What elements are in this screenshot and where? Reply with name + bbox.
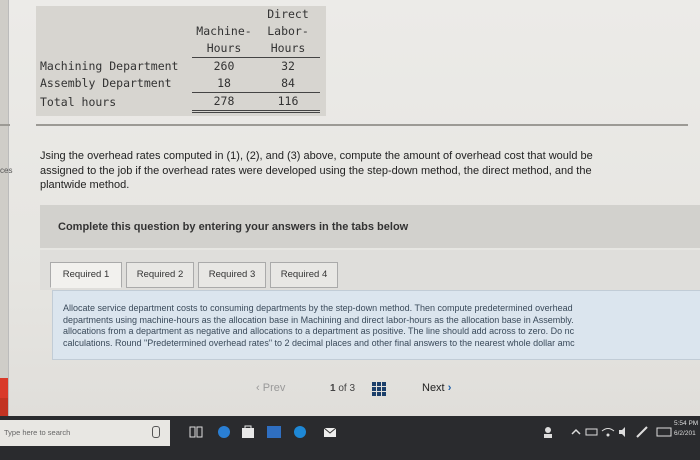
labor-hours-value: 84	[256, 75, 320, 93]
row-label: Machining Department	[40, 58, 179, 73]
battery-icon[interactable]	[584, 424, 600, 440]
prev-label: Prev	[262, 382, 286, 394]
prev-button[interactable]: ‹ Prev	[256, 382, 285, 394]
next-button[interactable]: Next ›	[422, 382, 451, 394]
taskbar-search-input[interactable]: Type here to search	[0, 420, 170, 446]
table-row: Machining Department 260 32	[36, 58, 320, 76]
question-line: Jsing the overhead rates computed in (1)…	[40, 150, 593, 162]
tabs-bar: Required 1 Required 2 Required 3 Require…	[40, 250, 700, 290]
volume-icon[interactable]	[616, 424, 632, 440]
labor-hours-value: 32	[281, 59, 295, 73]
header-machine: Machine-	[196, 24, 252, 38]
content-line: Allocate service department costs to con…	[63, 303, 573, 313]
page-of: of	[338, 383, 347, 394]
wifi-icon[interactable]	[600, 424, 616, 440]
question-line: assigned to the job if the overhead rate…	[40, 164, 592, 177]
keyboard-icon[interactable]	[656, 424, 672, 440]
mail-icon[interactable]	[322, 424, 338, 440]
instructions-text: Complete this question by entering your …	[58, 221, 409, 233]
side-label: ces	[0, 166, 13, 175]
current-page: 1	[330, 383, 336, 394]
instructions-box: Complete this question by entering your …	[40, 205, 700, 248]
divider	[36, 124, 688, 126]
pen-icon[interactable]	[634, 424, 650, 440]
machine-hours-total: 278	[192, 92, 256, 113]
red-side-tab[interactable]	[0, 378, 8, 398]
content-line: departments using machine-hours as the a…	[63, 314, 574, 325]
tab-required-1[interactable]: Required 1	[50, 262, 122, 288]
next-label: Next	[422, 382, 445, 394]
clock-date[interactable]: 6/2/201	[674, 430, 696, 437]
edge-browser-icon[interactable]	[216, 424, 232, 440]
labor-hours-total: 116	[256, 92, 320, 113]
photos-app-icon[interactable]	[266, 424, 282, 440]
header-machine-hours: Hours	[192, 40, 256, 58]
tab-content-text: Allocate service department costs to con…	[63, 303, 695, 349]
header-labor: Labor-	[267, 24, 309, 38]
hours-table: Direct Machine- Labor- Hours Hours Machi…	[36, 6, 326, 116]
question-line: plantwide method.	[40, 179, 130, 191]
tab-required-2[interactable]: Required 2	[126, 262, 194, 288]
screen: ces Direct Machine- Labor- Hours Hours M…	[0, 0, 700, 460]
machine-hours-value: 260	[213, 59, 235, 73]
clock-time[interactable]: 5:54 PM	[674, 420, 698, 427]
row-label: Total hours	[40, 94, 117, 109]
chevron-up-icon[interactable]	[568, 424, 584, 440]
tab-content: Allocate service department costs to con…	[52, 290, 700, 360]
chevron-left-icon: ‹	[256, 382, 260, 394]
header-labor-hours: Hours	[256, 40, 320, 58]
content-line: allocations from a department as negativ…	[63, 326, 575, 336]
left-edge-mark	[0, 124, 10, 126]
tab-required-4[interactable]: Required 4	[270, 262, 338, 288]
media-player-icon[interactable]	[292, 424, 308, 440]
chevron-right-icon: ›	[447, 382, 452, 394]
row-label: Assembly Department	[40, 76, 172, 91]
tab-required-3[interactable]: Required 3	[198, 262, 266, 288]
table-row: Total hours 278 116	[36, 92, 320, 113]
grid-icon[interactable]	[372, 382, 386, 396]
machine-hours-value: 18	[192, 75, 256, 93]
content-line: calculations. Round "Predetermined overh…	[63, 337, 575, 348]
header-direct: Direct	[267, 7, 309, 21]
task-view-icon[interactable]	[188, 424, 204, 440]
taskbar: Type here to search 5:54 PM 6/2/201	[0, 416, 700, 460]
question-text: Jsing the overhead rates computed in (1)…	[40, 149, 680, 193]
table-row: Assembly Department 18 84	[36, 75, 320, 93]
page-total: 3	[349, 383, 356, 394]
pagination: ‹ Prev 1 of 3 Next ›	[250, 380, 480, 400]
people-icon[interactable]	[540, 424, 556, 440]
microphone-icon[interactable]	[152, 426, 160, 438]
page-indicator: 1 of 3	[330, 383, 355, 394]
store-icon[interactable]	[240, 424, 256, 440]
